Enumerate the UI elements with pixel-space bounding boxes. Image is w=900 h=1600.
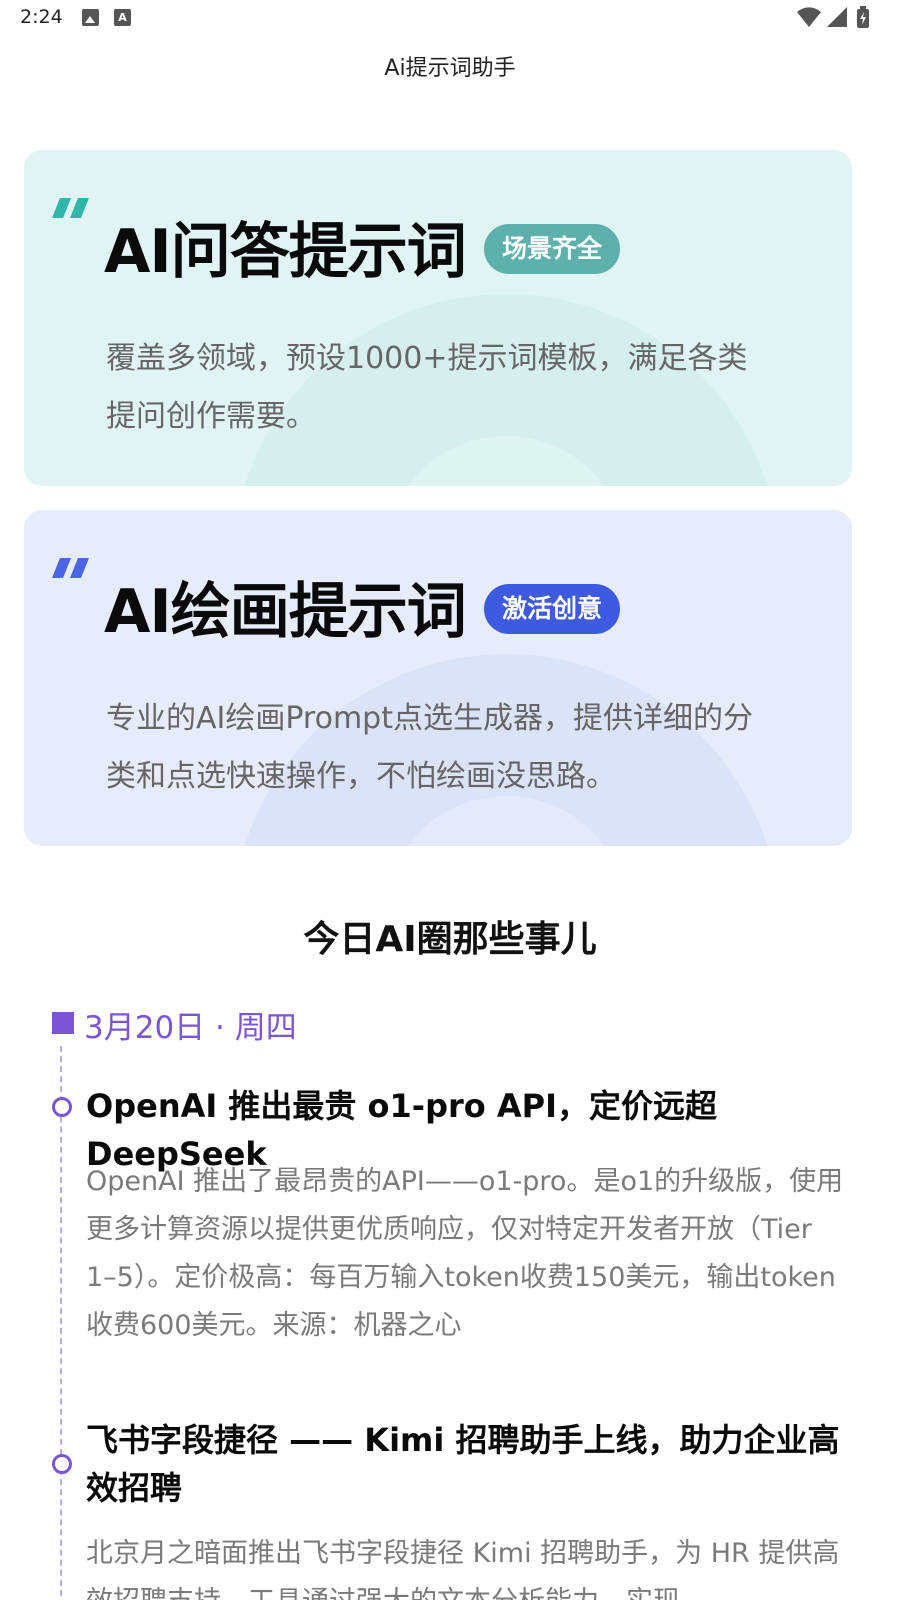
art-card-title: AI绘画提示词 [104, 577, 467, 647]
quote-icon [52, 558, 89, 578]
page-title: Ai提示词助手 [384, 56, 516, 81]
news-section-title: 今日AI圈那些事儿 [303, 919, 597, 960]
news-item-summary[interactable]: OpenAI 推出了最昂贵的API——o1-pro。是o1的升级版，使用更多计算… [86, 1158, 846, 1350]
qa-prompt-card[interactable]: AI问答提示词 场景齐全 覆盖多领域，预设1000+提示词模板，满足各类提问创作… [24, 150, 852, 486]
date-marker-icon [52, 1012, 74, 1034]
news-item-title[interactable]: 飞书字段捷径 —— Kimi 招聘助手上线，助力企业高效招聘 [86, 1416, 846, 1512]
qa-card-badge: 场景齐全 [484, 224, 621, 274]
news-date: 3月20日 · 周四 [84, 1010, 297, 1046]
art-card-badge: 激活创意 [484, 584, 621, 634]
wifi-icon [797, 7, 821, 27]
status-bar: 2:24 A [0, 0, 900, 36]
qa-card-title: AI问答提示词 [104, 217, 467, 287]
art-card-description: 专业的AI绘画Prompt点选生成器，提供详细的分类和点选快速操作，不怕绘画没思… [106, 701, 753, 794]
signal-icon [827, 7, 847, 27]
a-notification-icon: A [114, 9, 131, 26]
app-screen: 2:24 A Ai提示词助手 AI问答提示词 场景齐全 覆盖多领域，预设1000… [0, 0, 900, 1600]
qa-card-description: 覆盖多领域，预设1000+提示词模板，满足各类提问创作需要。 [106, 341, 748, 434]
art-prompt-card[interactable]: AI绘画提示词 激活创意 专业的AI绘画Prompt点选生成器，提供详细的分类和… [24, 510, 852, 846]
timeline-dot-icon [52, 1454, 72, 1474]
status-time: 2:24 [20, 6, 63, 28]
news-item-summary[interactable]: 北京月之暗面推出飞书字段捷径 Kimi 招聘助手，为 HR 提供高效招聘支持，工… [86, 1530, 846, 1600]
quote-icon [52, 198, 89, 218]
battery-icon [857, 6, 869, 28]
timeline-line [60, 1046, 62, 1600]
image-notification-icon [82, 9, 99, 26]
status-indicators [796, 6, 886, 30]
timeline-dot-icon [52, 1097, 72, 1117]
